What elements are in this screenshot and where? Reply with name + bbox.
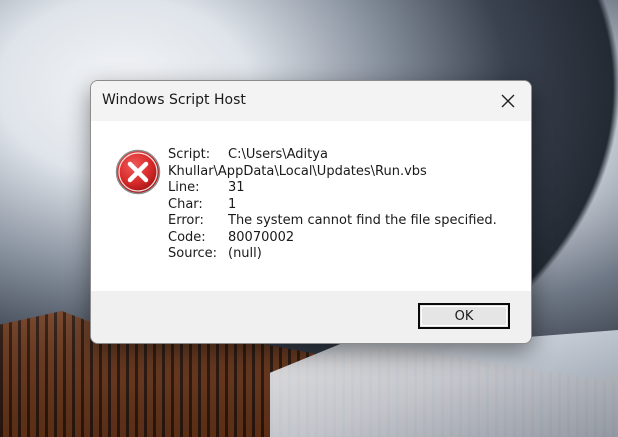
error-icon	[115, 149, 161, 195]
dialog-title: Windows Script Host	[102, 92, 246, 108]
dialog-footer: OK	[91, 291, 531, 343]
script-host-dialog: Windows Script Host Script: C:\Users\Adi…	[90, 80, 532, 344]
error-label: Error:	[168, 213, 204, 228]
code-label: Code:	[168, 229, 206, 245]
source-value: (null)	[228, 246, 262, 261]
line-label: Line:	[168, 180, 200, 195]
script-value-line2: Khullar\AppData\Local\Updates\Run.vbs	[168, 163, 427, 179]
line-row: Line: 31	[168, 180, 518, 197]
char-row: Char: 1	[168, 197, 518, 214]
close-button[interactable]	[485, 81, 531, 121]
dialog-content: Script: C:\Users\Aditya Khullar\AppData\…	[91, 121, 531, 291]
code-value: 80070002	[228, 229, 295, 245]
close-icon	[501, 94, 515, 108]
error-message: Script: C:\Users\Aditya Khullar\AppData\…	[168, 147, 518, 263]
char-label: Char:	[168, 196, 203, 212]
ok-button[interactable]: OK	[418, 303, 510, 329]
script-value-line1: C:\Users\Aditya	[228, 147, 328, 162]
script-row: Script: C:\Users\Aditya	[168, 147, 518, 164]
source-row: Source: (null)	[168, 246, 518, 263]
code-row: Code: 80070002	[168, 230, 518, 247]
line-value: 31	[228, 180, 245, 195]
error-row: Error: The system cannot find the file s…	[168, 213, 518, 230]
error-value: The system cannot find the file specifie…	[228, 213, 497, 228]
source-label: Source:	[168, 246, 218, 261]
char-value: 1	[228, 196, 237, 212]
dialog-titlebar[interactable]: Windows Script Host	[91, 81, 531, 121]
script-label: Script:	[168, 147, 211, 162]
